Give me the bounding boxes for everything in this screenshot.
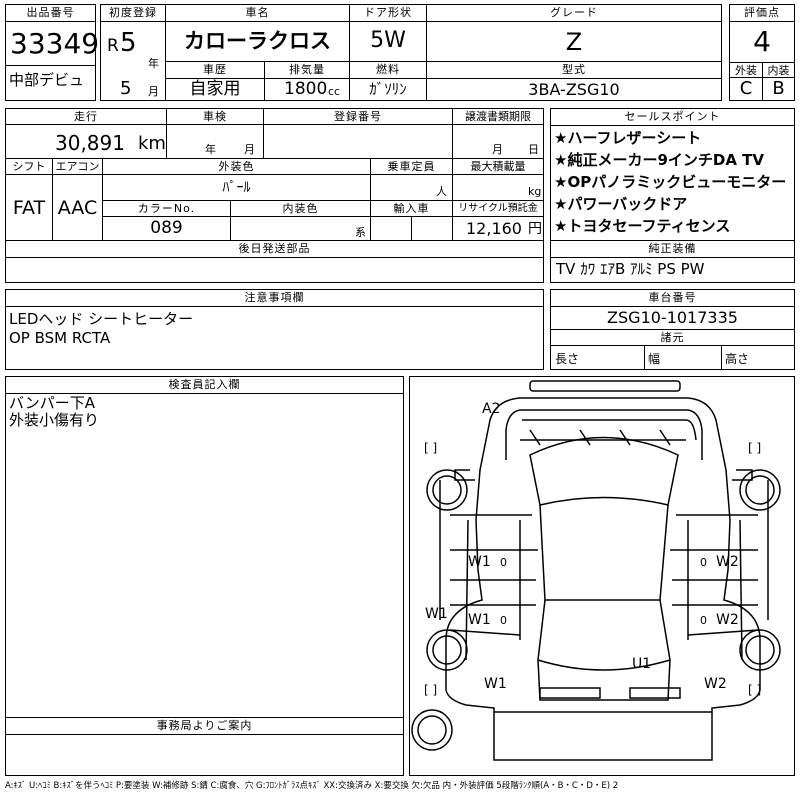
diagram-bracket-left: [ ] xyxy=(424,441,437,455)
diagram-label-a2: A2 xyxy=(482,401,500,417)
diagram-zero-1: 0 xyxy=(500,556,507,569)
diagram-label-w1-a: W1 xyxy=(468,554,491,570)
diagram-bracket-bottom-right: [ ] xyxy=(748,683,761,697)
diagram-label-w2-a: W2 xyxy=(716,554,739,570)
diagram-label-w2-c: W2 xyxy=(704,676,727,692)
diagram-zero-3: 0 xyxy=(700,556,707,569)
diagram-zero-4: 0 xyxy=(700,614,707,627)
diagram-label-w1-c: W1 xyxy=(425,606,448,622)
damage-legend: A:ｷｽﾞ U:ﾍｺﾐ B:ｷｽﾞを伴うﾍｺﾐ P:要塗装 W:補修跡 S:錆 … xyxy=(5,781,619,791)
diagram-zero-2: 0 xyxy=(500,614,507,627)
diagram-label-u1: U1 xyxy=(632,656,651,672)
diagram-bracket-bottom-left: [ ] xyxy=(424,683,437,697)
car-diagram: A2 W1 0 W1 0 W1 W1 W2 0 W2 0 W2 U1 [ ] [… xyxy=(411,380,781,761)
diagram-bracket-right: [ ] xyxy=(748,441,761,455)
diagram-label-w1-d: W1 xyxy=(484,676,507,692)
diagram-label-w1-b: W1 xyxy=(468,612,491,628)
diagram-label-w2-b: W2 xyxy=(716,612,739,628)
